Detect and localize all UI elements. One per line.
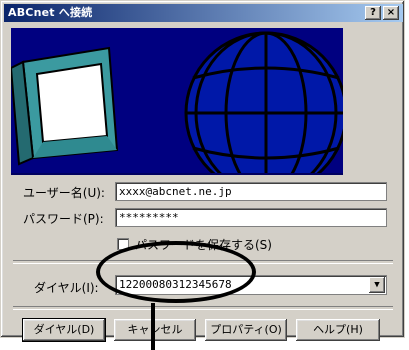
callout-pointer [151, 303, 155, 350]
dial-label: ダイヤル(I): [34, 281, 99, 295]
help-text-button[interactable]: ヘルプ(H) [296, 319, 380, 341]
cancel-button[interactable]: キャンセル [114, 319, 196, 341]
highlight-ellipse [96, 241, 256, 303]
separator-bottom [13, 306, 393, 310]
properties-button[interactable]: プロパティ(O) [205, 319, 287, 341]
username-label: ユーザー名(U): [23, 186, 105, 200]
title-bar[interactable]: ABCnet へ接続 ? × [4, 4, 403, 22]
username-field[interactable]: xxxx@abcnet.ne.jp [115, 182, 387, 201]
dial-button[interactable]: ダイヤル(D) [22, 318, 106, 342]
window-title: ABCnet へ接続 [8, 6, 93, 19]
help-button[interactable]: ? [365, 6, 381, 20]
password-field[interactable]: ********* [115, 208, 387, 227]
connection-banner [11, 28, 343, 175]
close-button[interactable]: × [383, 6, 399, 20]
password-label: パスワード(P): [23, 212, 104, 226]
computer-monitor-icon [11, 46, 119, 166]
banner-illustration [11, 28, 343, 173]
chevron-down-icon[interactable]: ▼ [369, 277, 385, 293]
